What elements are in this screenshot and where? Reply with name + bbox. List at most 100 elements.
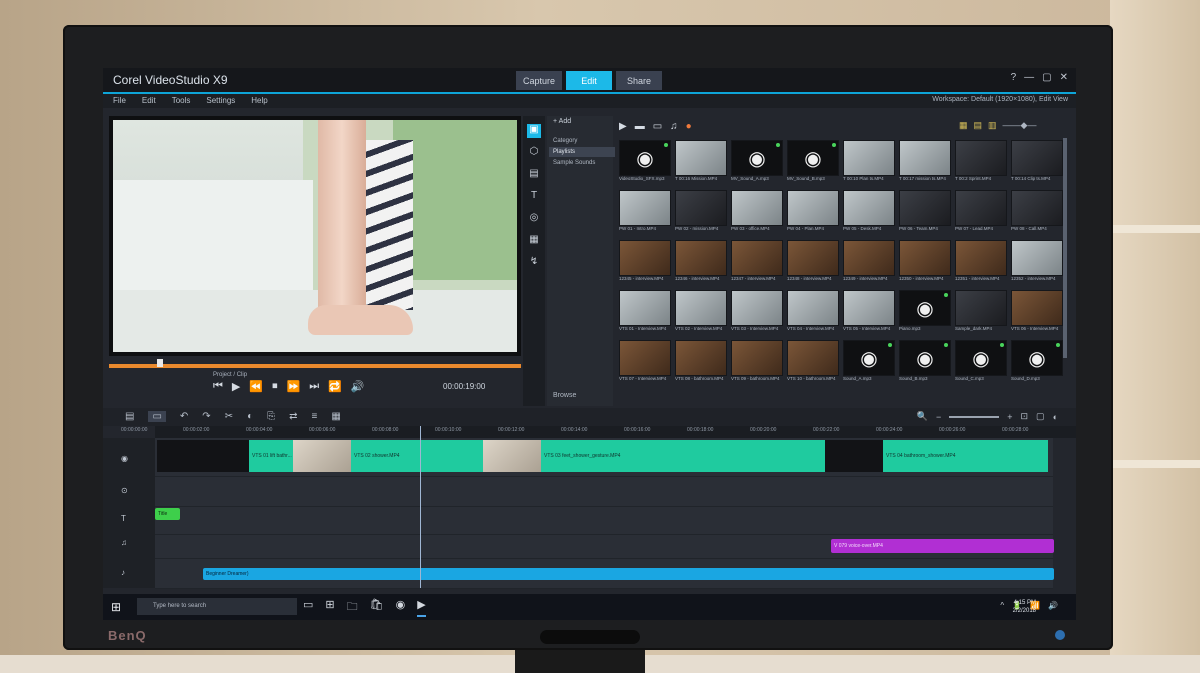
undo-icon[interactable]: ↶: [180, 411, 188, 422]
zoom-slider-track[interactable]: [949, 415, 1000, 418]
timeline-view-icon[interactable]: ▭: [148, 411, 166, 422]
menu-file[interactable]: File: [113, 96, 126, 105]
menu-tools[interactable]: Tools: [172, 96, 191, 105]
fullscreen-icon[interactable]: ▢: [1036, 411, 1045, 422]
timeline-playhead[interactable]: [420, 426, 421, 588]
video-clip[interactable]: VTS 02 shower.MP4: [351, 440, 486, 472]
fit-project-icon[interactable]: ⊡: [1021, 411, 1029, 422]
transition-icon[interactable]: ▤: [527, 168, 541, 182]
music-clip[interactable]: Beginner Dreamer): [203, 568, 1054, 580]
library-thumbnail[interactable]: ◉ Piano.mp3: [899, 288, 951, 338]
title-clip[interactable]: Title: [155, 508, 180, 520]
video-track-icon[interactable]: ◉: [121, 454, 128, 463]
library-thumbnail[interactable]: 12349 - interview.MP4: [843, 238, 895, 288]
zoom-out-icon[interactable]: −: [936, 412, 941, 422]
task-view-icon[interactable]: ▭: [303, 598, 313, 617]
library-thumbnail[interactable]: PW 05 - Desk.MP4: [843, 188, 895, 238]
tab-share[interactable]: Share: [616, 71, 662, 90]
nav-item-playlists[interactable]: Playlists: [549, 147, 615, 157]
menu-settings[interactable]: Settings: [206, 96, 235, 105]
speaker-icon[interactable]: 🔊: [1048, 601, 1058, 610]
storyboard-view-icon[interactable]: ▤: [125, 411, 134, 422]
music-track[interactable]: Beginner Dreamer): [155, 558, 1054, 589]
menu-help[interactable]: Help: [251, 96, 267, 105]
color-icon[interactable]: ◐: [1053, 412, 1058, 422]
library-thumbnail[interactable]: VTS 09 - bathroom.MP4: [731, 338, 783, 388]
minimize-icon[interactable]: —: [1024, 72, 1034, 83]
play-icon[interactable]: ▶: [232, 380, 240, 393]
color-grading-icon[interactable]: ◐: [247, 411, 253, 422]
scrubber-handle[interactable]: [157, 359, 163, 367]
library-thumbnail[interactable]: ◉ Sound_A.mp3: [843, 338, 895, 388]
library-thumbnail[interactable]: ◉ Sound_C.mp3: [955, 338, 1007, 388]
video-track[interactable]: VTS 01 lift bathr... VTS 02 shower.MP4 VTS…: [155, 438, 1053, 477]
video-clip[interactable]: [825, 440, 886, 472]
library-thumbnail[interactable]: VTS 04 - Interview.MP4: [787, 288, 839, 338]
library-thumbnail[interactable]: VTS 05 - Interview.MP4: [843, 288, 895, 338]
folder-icon[interactable]: ▶: [619, 121, 627, 132]
file-explorer-icon[interactable]: 🗀: [347, 598, 358, 617]
video-clip[interactable]: [483, 440, 544, 472]
zoom-slider[interactable]: ——◆—: [1003, 120, 1037, 131]
media-icon[interactable]: ▣: [527, 124, 541, 138]
library-thumbnail[interactable]: VTS 01 - Interview.MP4: [619, 288, 671, 338]
windows-store-icon[interactable]: ⊞: [325, 598, 334, 617]
shopping-bag-icon[interactable]: 🛍: [370, 598, 384, 617]
power-icon[interactable]: [1055, 630, 1065, 640]
tab-capture[interactable]: Capture: [516, 71, 562, 90]
library-thumbnail[interactable]: 12345 - interview.MP4: [619, 238, 671, 288]
view-list-icon[interactable]: ▤: [974, 120, 983, 131]
library-thumbnail[interactable]: T 00:16 Mission.MP4: [675, 138, 727, 188]
help-icon[interactable]: ?: [1011, 72, 1017, 83]
home-icon[interactable]: ⏮: [213, 380, 223, 393]
audio-filter-icon[interactable]: ♫: [670, 121, 678, 132]
browse-button[interactable]: Browse: [553, 392, 576, 399]
library-thumbnail[interactable]: PW 02 - mission.MP4: [675, 188, 727, 238]
zoom-in-icon[interactable]: +: [1007, 412, 1012, 422]
library-thumbnail[interactable]: T 00:10 Plan ts.MP4: [843, 138, 895, 188]
start-icon[interactable]: ⊞: [111, 600, 121, 614]
path-icon[interactable]: ↯: [527, 256, 541, 270]
library-thumbnail[interactable]: ◉ MV_Sound_A.mp3: [731, 138, 783, 188]
library-thumbnail[interactable]: PW 08 - Call.MP4: [1011, 188, 1063, 238]
filter-icon[interactable]: ▦: [527, 234, 541, 248]
add-button[interactable]: + Add: [553, 118, 571, 125]
split-icon[interactable]: ✂: [225, 411, 233, 422]
library-thumbnail[interactable]: PW 01 - Intro.MP4: [619, 188, 671, 238]
rewind-icon[interactable]: ⏪: [249, 380, 263, 393]
video-clip[interactable]: VTS 04 bathroom_shower.MP4: [883, 440, 1048, 472]
stop-icon[interactable]: ⏹: [272, 380, 278, 393]
library-thumbnail[interactable]: ◉ Sound_D.mp3: [1011, 338, 1063, 388]
library-thumbnail[interactable]: 12350 - interview.MP4: [899, 238, 951, 288]
voice-track[interactable]: V 079 voice-over.MP4: [155, 534, 1054, 559]
library-thumbnail[interactable]: 12347 - interview.MP4: [731, 238, 783, 288]
zoom-icon[interactable]: 🔍: [917, 411, 928, 422]
library-thumbnail[interactable]: VTS 08 - bathroom.MP4: [675, 338, 727, 388]
voice-clip[interactable]: V 079 voice-over.MP4: [831, 539, 1054, 553]
timeline-ruler[interactable]: 00:00:00:00 00:00:02:00 00:00:04:00 00:00:…: [121, 426, 1076, 438]
project-clip-toggle[interactable]: Project / Clip: [213, 372, 247, 378]
title-icon[interactable]: T: [527, 190, 541, 204]
library-thumbnail[interactable]: 12352 - interview.MP4: [1011, 238, 1063, 288]
view-thumb-icon[interactable]: ▥: [988, 120, 997, 131]
monitor-button-strip[interactable]: [540, 630, 640, 644]
timecode-display[interactable]: 00:00:19:00: [443, 382, 485, 391]
overlay-track[interactable]: [155, 476, 1053, 507]
redo-icon[interactable]: ↷: [202, 411, 210, 422]
close-icon[interactable]: ✕: [1060, 72, 1068, 83]
nav-item-category[interactable]: Category: [549, 136, 615, 146]
tab-edit[interactable]: Edit: [566, 71, 612, 90]
fast-forward-icon[interactable]: ⏩: [287, 380, 301, 393]
library-thumbnail[interactable]: VTS 07 - Interview.MP4: [619, 338, 671, 388]
library-thumbnail[interactable]: PW 07 - Lead.MP4: [955, 188, 1007, 238]
library-thumbnail[interactable]: ◉ Sound_B.mp3: [899, 338, 951, 388]
library-thumbnail[interactable]: VTS 10 - bathroom.MP4: [787, 338, 839, 388]
maximize-icon[interactable]: ▢: [1042, 72, 1051, 83]
library-thumbnail[interactable]: 12348 - interview.MP4: [787, 238, 839, 288]
title-track-icon[interactable]: T: [121, 514, 126, 523]
library-thumbnail[interactable]: PW 06 - Team.MP4: [899, 188, 951, 238]
menu-edit[interactable]: Edit: [142, 96, 156, 105]
graphic-icon[interactable]: ◎: [527, 212, 541, 226]
library-thumbnail[interactable]: 12346 - interview.MP4: [675, 238, 727, 288]
library-thumbnail[interactable]: ◉ VideoStudio_SFX.mp3: [619, 138, 671, 188]
